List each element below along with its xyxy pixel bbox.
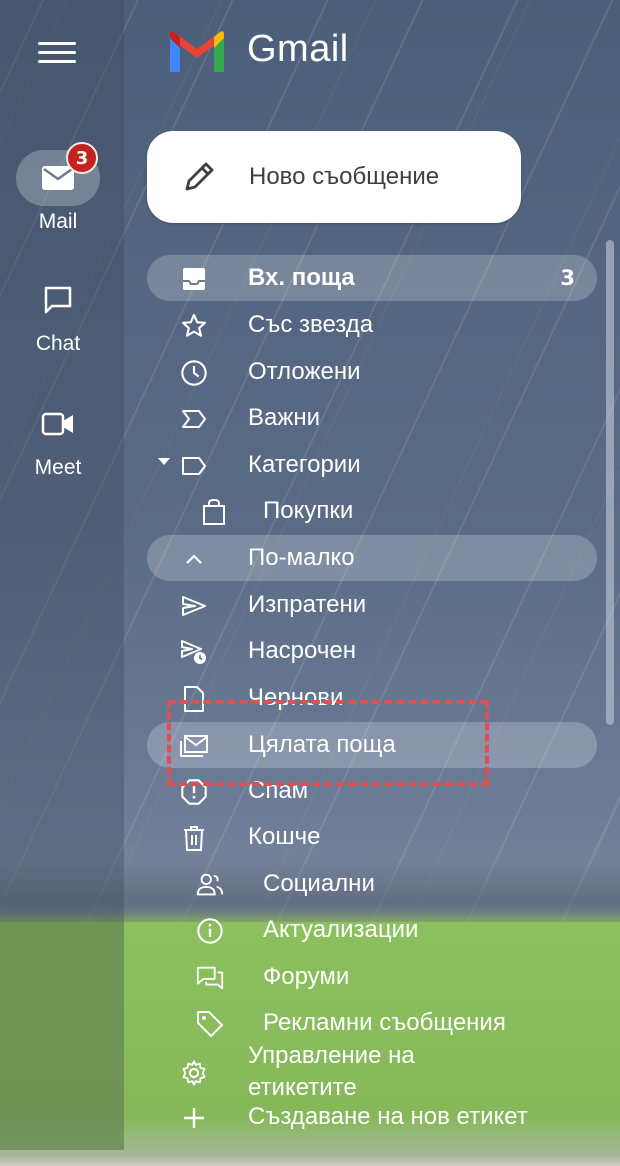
info-icon <box>197 918 223 944</box>
nav-item-spam[interactable]: Спам <box>147 768 597 814</box>
compose-label: Ново съобщение <box>249 163 440 190</box>
chevron-up-icon <box>186 554 202 564</box>
mail-icon <box>42 166 74 190</box>
gear-icon <box>182 1060 206 1086</box>
chat-icon <box>44 286 72 314</box>
draft-icon <box>184 686 204 712</box>
nav-label: Отложени <box>248 358 361 385</box>
rail-item-label: Mail <box>38 210 78 233</box>
send-icon <box>182 596 206 616</box>
nav-label: Вх. поща <box>248 264 355 291</box>
nav-label: Със звезда <box>248 311 374 338</box>
video-icon <box>41 412 73 436</box>
nav-item-purchases[interactable]: Покупки <box>147 488 597 534</box>
gmail-logo-icon <box>170 31 224 72</box>
plus-icon <box>184 1108 204 1128</box>
nav-label: Важни <box>248 404 321 431</box>
nav-item-less[interactable]: По-малко <box>147 535 597 581</box>
inbox-icon <box>183 268 205 290</box>
app-rail-lower <box>0 922 124 1150</box>
app-title: Gmail <box>247 28 349 70</box>
unread-count-badge: 3 <box>66 142 98 174</box>
nav-label: Цялата поща <box>248 731 396 758</box>
trash-icon <box>184 826 204 851</box>
nav-label: Изпратени <box>248 591 367 618</box>
caret-down-icon <box>158 458 170 465</box>
spam-icon <box>181 779 207 805</box>
nav-item-starred[interactable]: Със звезда <box>147 302 597 348</box>
nav-item-forums[interactable]: Форуми <box>147 954 597 1000</box>
nav-item-updates[interactable]: Актуализации <box>147 907 597 953</box>
scheduled-send-icon <box>181 640 206 664</box>
shopping-bag-icon <box>203 498 225 525</box>
clock-icon <box>181 360 207 386</box>
nav-label: Актуализации <box>263 916 419 943</box>
nav-item-all-mail[interactable]: Цялата поща <box>147 722 597 768</box>
nav-item-social[interactable]: Социални <box>147 861 597 907</box>
nav-label: Категории <box>248 451 361 478</box>
nav-label: Създаване на нов етикет <box>248 1103 528 1130</box>
nav-item-inbox[interactable]: Вх. поща 3 <box>147 255 597 301</box>
nav-item-sent[interactable]: Изпратени <box>147 582 597 628</box>
nav-item-important[interactable]: Важни <box>147 395 597 441</box>
nav-label: Чернови <box>248 684 344 711</box>
all-mail-icon <box>180 735 208 757</box>
manage-labels-line1: Управление на <box>248 1042 415 1069</box>
main-menu-button[interactable] <box>38 38 76 66</box>
important-icon <box>182 410 206 428</box>
forum-icon <box>196 966 224 990</box>
star-icon <box>181 313 207 337</box>
compose-button[interactable]: Ново съобщение <box>147 131 521 223</box>
sidebar-scrollbar[interactable] <box>606 240 614 725</box>
nav-item-categories[interactable]: Категории <box>147 442 597 488</box>
nav-label: По-малко <box>248 544 355 571</box>
menu-icon <box>38 42 76 45</box>
pencil-icon <box>185 162 214 191</box>
nav-item-trash[interactable]: Кошче <box>147 814 597 860</box>
nav-label: Спам <box>248 777 309 804</box>
rail-item-mail[interactable]: 3 Mail <box>0 142 116 234</box>
nav-label: Рекламни съобщения <box>263 1009 506 1036</box>
create-label-link[interactable]: Създаване на нов етикет <box>147 1094 597 1140</box>
rail-item-chat[interactable]: Chat <box>0 272 116 356</box>
nav-label: Кошче <box>248 823 321 850</box>
nav-label: Социални <box>263 870 375 897</box>
people-icon <box>196 873 224 896</box>
label-icon <box>182 457 206 475</box>
tag-icon <box>197 1011 223 1037</box>
nav-label: Форуми <box>263 963 350 990</box>
nav-item-snoozed[interactable]: Отложени <box>147 349 597 395</box>
rail-item-label: Meet <box>34 456 82 479</box>
nav-label: Покупки <box>263 497 354 524</box>
nav-label: Насрочен <box>248 637 356 664</box>
rail-item-label: Chat <box>35 332 81 355</box>
rail-item-meet[interactable]: Meet <box>0 396 116 480</box>
nav-item-drafts[interactable]: Чернови <box>147 675 597 721</box>
unread-count: 3 <box>560 266 575 290</box>
nav-item-scheduled[interactable]: Насрочен <box>147 628 597 674</box>
